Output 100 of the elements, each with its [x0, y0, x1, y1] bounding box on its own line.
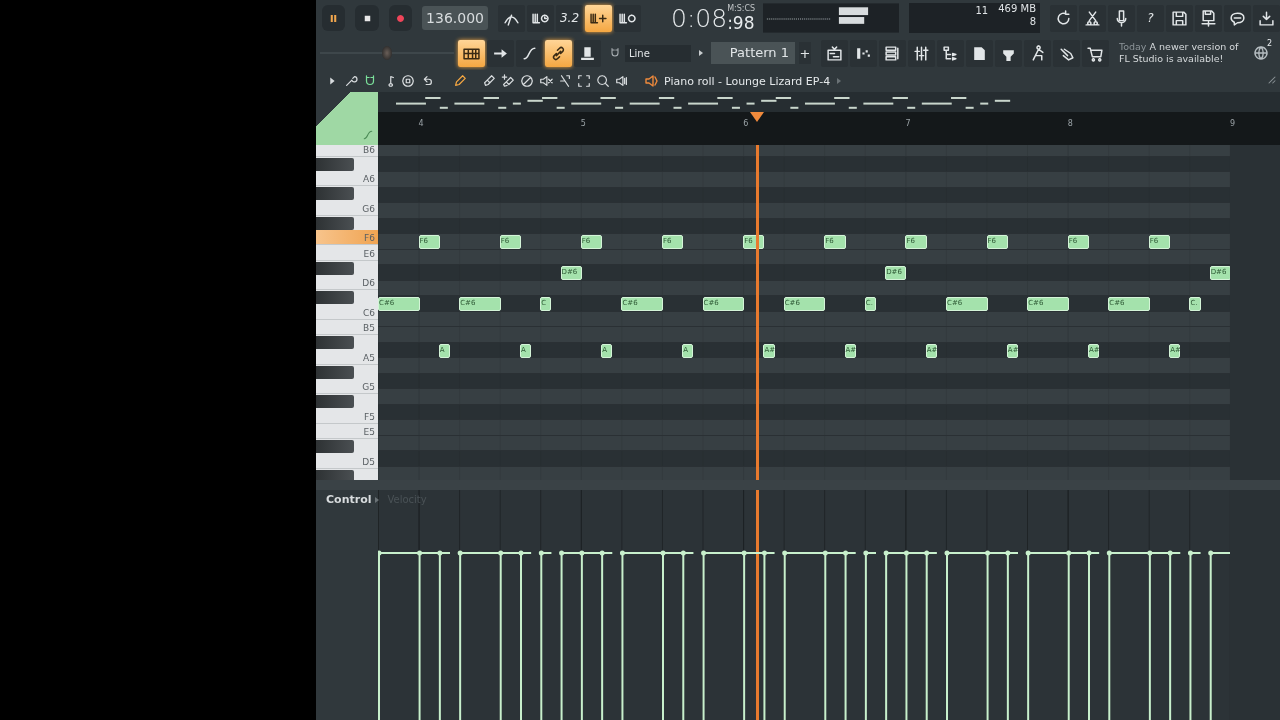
metronome-button[interactable]	[498, 4, 525, 32]
key-label: F6	[364, 233, 375, 243]
key-label: G6	[362, 203, 375, 214]
natural-key[interactable]: B6	[316, 145, 378, 157]
key-label: A5	[363, 352, 375, 363]
file-icon	[971, 44, 988, 62]
pencil-icon	[453, 74, 467, 88]
brush-icon	[482, 74, 496, 88]
zoom-tool[interactable]	[595, 72, 611, 90]
comb-loop-button[interactable]	[614, 4, 641, 32]
download-icon	[1258, 9, 1275, 27]
knob-icon	[579, 44, 596, 62]
key-label: G5	[362, 382, 375, 392]
brush-plus-tool[interactable]	[500, 72, 516, 90]
piano-roll-title: Piano roll - Lounge Lizard EP-4	[664, 74, 831, 88]
curve-button[interactable]	[516, 39, 543, 67]
magnet-icon	[363, 74, 377, 88]
memory-value: 469 MB	[998, 3, 1036, 14]
menu-arrow-icon[interactable]	[837, 78, 842, 84]
slider-knob[interactable]	[382, 46, 392, 60]
bar-number: 7	[905, 119, 911, 128]
bar-number: 4	[418, 119, 424, 128]
select-icon	[577, 74, 591, 88]
keyboard-grid-button[interactable]	[458, 39, 485, 67]
timeline-ruler[interactable]: 4 5 6 7 8 9	[378, 112, 1280, 145]
knob-button[interactable]	[574, 39, 601, 67]
step-grid-button[interactable]	[850, 39, 877, 67]
control-menu-arrow-icon[interactable]	[375, 496, 380, 503]
browser-button[interactable]	[937, 39, 964, 67]
tempo-field[interactable]: 136.000	[422, 6, 488, 30]
hand-button[interactable]	[1053, 39, 1080, 67]
scroll-corner-block[interactable]	[316, 92, 378, 145]
resize-grip-icon[interactable]	[1266, 74, 1278, 86]
pause-button[interactable]	[322, 5, 346, 31]
no-entry-icon	[520, 74, 534, 88]
channels-button[interactable]	[879, 39, 906, 67]
comb-plus-button[interactable]	[585, 4, 612, 32]
playlist-button[interactable]	[821, 39, 848, 67]
notification-count: 2	[1266, 39, 1272, 48]
floppy-button[interactable]	[1166, 4, 1193, 32]
sharp-key[interactable]	[316, 469, 354, 480]
time-format-label: M:S:CS	[727, 3, 756, 13]
scissors-icon	[1084, 9, 1101, 27]
comb-clock-button[interactable]	[527, 4, 554, 32]
speaker-icon	[643, 73, 659, 89]
news-button[interactable]: 2	[1249, 41, 1273, 65]
plug-button[interactable]	[995, 39, 1022, 67]
bar-number: 6	[743, 119, 749, 128]
brush-plus-icon	[501, 74, 515, 88]
download-button[interactable]	[1253, 4, 1280, 32]
key-label: F5	[364, 411, 375, 422]
key-label: D5	[362, 456, 375, 467]
slice-tool[interactable]	[557, 72, 573, 90]
control-label[interactable]: Control	[326, 493, 372, 506]
browser-icon	[942, 44, 959, 62]
song-time: 0:08	[671, 4, 728, 33]
cart-button[interactable]	[1082, 39, 1109, 67]
key-label: B5	[363, 323, 375, 333]
mixer-button[interactable]	[908, 39, 935, 67]
mute-icon	[539, 74, 553, 88]
record-icon	[394, 12, 406, 24]
globe-icon	[1253, 45, 1269, 61]
key-label: B6	[363, 145, 375, 155]
expand-arrow-icon[interactable]	[699, 50, 703, 56]
sharp-key[interactable]	[316, 216, 354, 230]
magnet-icon	[609, 47, 621, 59]
snap-dropdown[interactable]: Line	[625, 44, 691, 62]
key-label: C6	[363, 307, 375, 318]
bar-number: 5	[580, 119, 586, 128]
slice-icon	[558, 74, 572, 88]
select-tool[interactable]	[576, 72, 592, 90]
refresh-button[interactable]	[1050, 4, 1077, 32]
event-grid[interactable]	[378, 490, 1230, 720]
playlist-icon	[826, 44, 843, 62]
add-pattern-button[interactable]: +	[799, 42, 811, 64]
sharp-key[interactable]	[316, 365, 354, 379]
person-button[interactable]	[1024, 39, 1051, 67]
record-button[interactable]	[388, 5, 413, 31]
floppy-icon	[1171, 9, 1188, 27]
arrow-right-button[interactable]	[487, 39, 514, 67]
microphone-button[interactable]	[1108, 4, 1135, 32]
speaker-bars-icon	[615, 74, 629, 88]
floppy-export-button[interactable]	[1195, 4, 1222, 32]
circle-dot-tool[interactable]	[400, 72, 416, 90]
stop-button[interactable]	[355, 5, 379, 31]
file-button[interactable]	[966, 39, 993, 67]
scissors-button[interactable]	[1079, 4, 1106, 32]
countdown-button[interactable]: 3.2	[556, 4, 583, 32]
help-button[interactable]: ?	[1137, 4, 1164, 32]
chat-button[interactable]	[1224, 4, 1251, 32]
zoom-icon	[596, 74, 610, 88]
sharp-key[interactable]	[316, 261, 354, 275]
sharp-key[interactable]	[316, 157, 354, 171]
no-entry-tool[interactable]	[519, 72, 535, 90]
channels-icon	[884, 44, 901, 62]
link-button[interactable]	[545, 39, 572, 67]
pattern-selector[interactable]: Pattern 1	[711, 42, 795, 64]
wrench-icon	[344, 74, 358, 88]
cart-icon	[1087, 44, 1104, 62]
velocity-bars-drawing[interactable]	[378, 550, 1230, 720]
